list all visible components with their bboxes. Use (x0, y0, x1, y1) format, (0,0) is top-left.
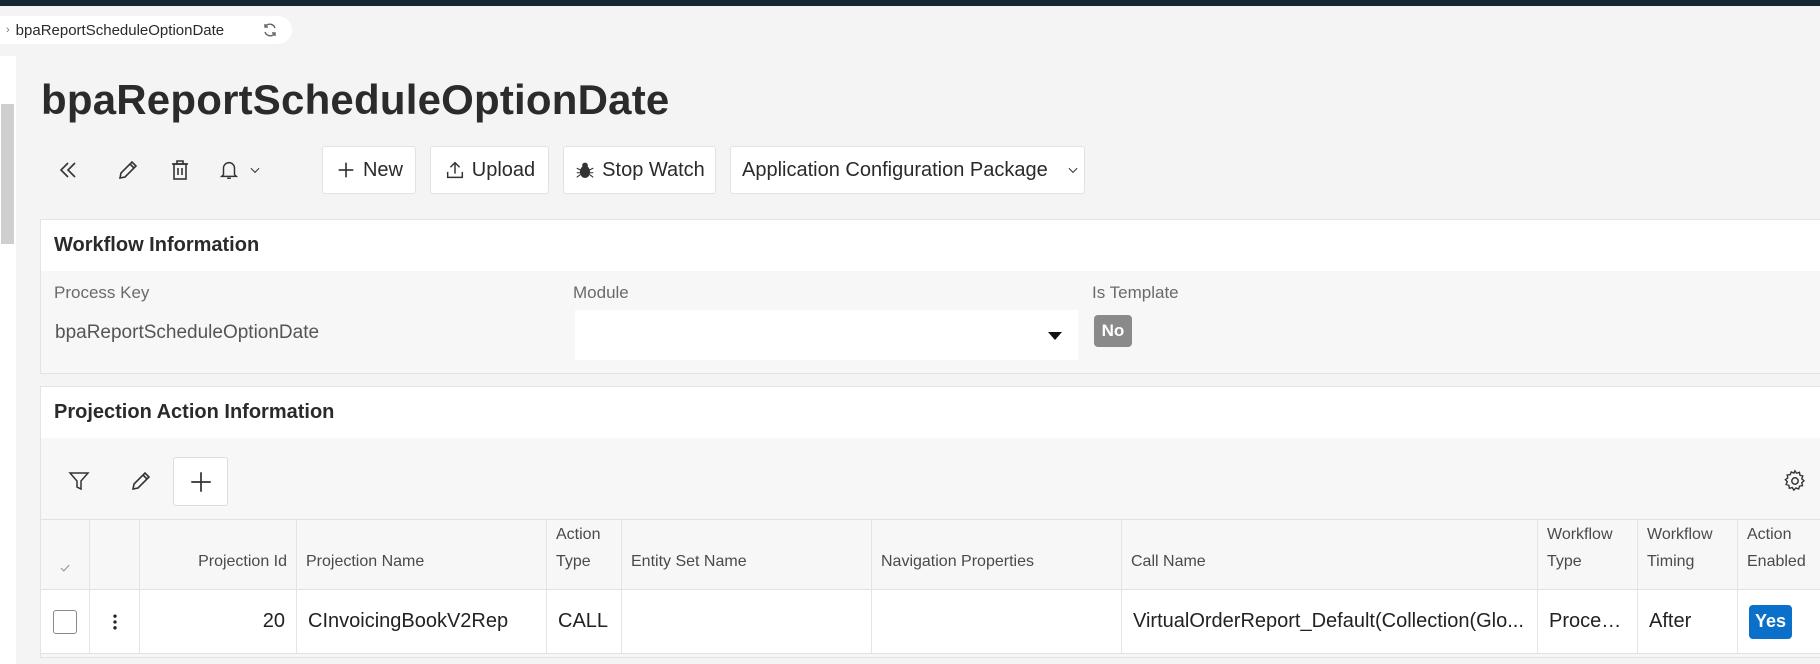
filter-icon (68, 472, 90, 491)
plus-icon (338, 162, 354, 178)
cell-action-enabled: Yes (1738, 590, 1820, 653)
breadcrumb[interactable]: › bpaReportScheduleOptionDate (0, 16, 292, 44)
collapse-button[interactable] (50, 146, 86, 194)
upload-icon (446, 161, 463, 179)
stop-watch-button[interactable]: Stop Watch (563, 146, 716, 194)
stop-watch-label: Stop Watch (602, 158, 705, 181)
workflow-information-panel: Workflow Information Process Key bpaRepo… (40, 219, 1820, 374)
table-header: Projection Id Projection Name Action Typ… (41, 519, 1820, 590)
upload-button[interactable]: Upload (430, 146, 549, 194)
breadcrumb-label: bpaReportScheduleOptionDate (15, 21, 225, 39)
row-menu-button[interactable] (90, 590, 140, 653)
row-checkbox[interactable] (53, 609, 77, 634)
application-configuration-package-dropdown[interactable]: Application Configuration Package (730, 146, 1085, 194)
trash-icon (172, 160, 188, 180)
column-header-navigation-properties[interactable]: Navigation Properties (872, 520, 1122, 589)
grid-edit-button[interactable] (123, 463, 159, 499)
select-all-checkbox[interactable] (41, 520, 90, 589)
top-bar (0, 0, 1820, 6)
check-icon (60, 564, 70, 572)
cell-projection-id: 20 (140, 590, 297, 653)
more-vertical-icon (112, 614, 117, 629)
process-key-label: Process Key (54, 283, 150, 302)
workflow-information-title: Workflow Information (41, 220, 1820, 271)
is-template-badge: No (1094, 315, 1132, 347)
chevron-down-icon (250, 167, 260, 174)
row-select-cell (41, 590, 90, 653)
cell-workflow-timing: After (1638, 590, 1738, 653)
edit-button[interactable] (110, 146, 146, 194)
projection-action-title: Projection Action Information (41, 387, 1820, 438)
page-title: bpaReportScheduleOptionDate (41, 76, 670, 123)
column-header-action-enabled[interactable]: Action Enabled (1738, 520, 1820, 589)
row-menu-column-header (90, 520, 140, 589)
gear-icon (1784, 469, 1806, 492)
refresh-icon[interactable] (262, 22, 278, 38)
chevron-down-icon (1068, 167, 1078, 174)
is-template-label: Is Template (1092, 283, 1179, 302)
grid-settings-button[interactable] (1779, 465, 1811, 497)
module-label: Module (573, 283, 629, 302)
pencil-icon (118, 160, 138, 180)
scrollbar[interactable] (1, 104, 14, 244)
bell-icon (219, 162, 239, 179)
plus-icon (190, 471, 211, 492)
table-row[interactable]: 20 CInvoicingBookV2Rep CALL VirtualOrder… (41, 590, 1820, 654)
projection-action-panel: Projection Action Information Projection… (40, 386, 1820, 658)
cell-action-type: CALL (547, 590, 622, 653)
bug-icon (576, 162, 594, 178)
module-select[interactable] (575, 310, 1078, 360)
cell-call-name: VirtualOrderReport_Default(Collection(Gl… (1122, 590, 1538, 653)
process-key-value: bpaReportScheduleOptionDate (55, 322, 320, 343)
pencil-icon (131, 471, 151, 491)
new-button[interactable]: New (322, 146, 416, 194)
dropdown-arrow-icon (1048, 332, 1062, 340)
delete-button[interactable] (162, 146, 198, 194)
column-header-entity-set-name[interactable]: Entity Set Name (622, 520, 872, 589)
new-button-label: New (362, 158, 403, 181)
cell-workflow-type: Proces... (1538, 590, 1638, 653)
double-chevron-left-icon (59, 162, 76, 178)
cell-navigation-properties (872, 590, 1122, 653)
column-header-call-name[interactable]: Call Name (1122, 520, 1538, 589)
column-header-projection-name[interactable]: Projection Name (297, 520, 547, 589)
column-header-action-type[interactable]: Action Type (547, 520, 622, 589)
cell-projection-name: CInvoicingBookV2Rep (297, 590, 547, 653)
config-package-label: Application Configuration Package (742, 158, 1048, 181)
action-enabled-badge: Yes (1749, 604, 1792, 639)
breadcrumb-caret-icon: › (6, 24, 10, 36)
left-nav-strip (0, 56, 16, 664)
notifications-button[interactable] (212, 146, 268, 194)
column-header-projection-id[interactable]: Projection Id (140, 520, 297, 589)
cell-entity-set-name (622, 590, 872, 653)
filter-button[interactable] (61, 463, 97, 499)
column-header-workflow-type[interactable]: Workflow Type (1538, 520, 1638, 589)
upload-button-label: Upload (471, 158, 536, 181)
column-header-workflow-timing[interactable]: Workflow Timing (1638, 520, 1738, 589)
add-row-button[interactable] (173, 457, 228, 506)
